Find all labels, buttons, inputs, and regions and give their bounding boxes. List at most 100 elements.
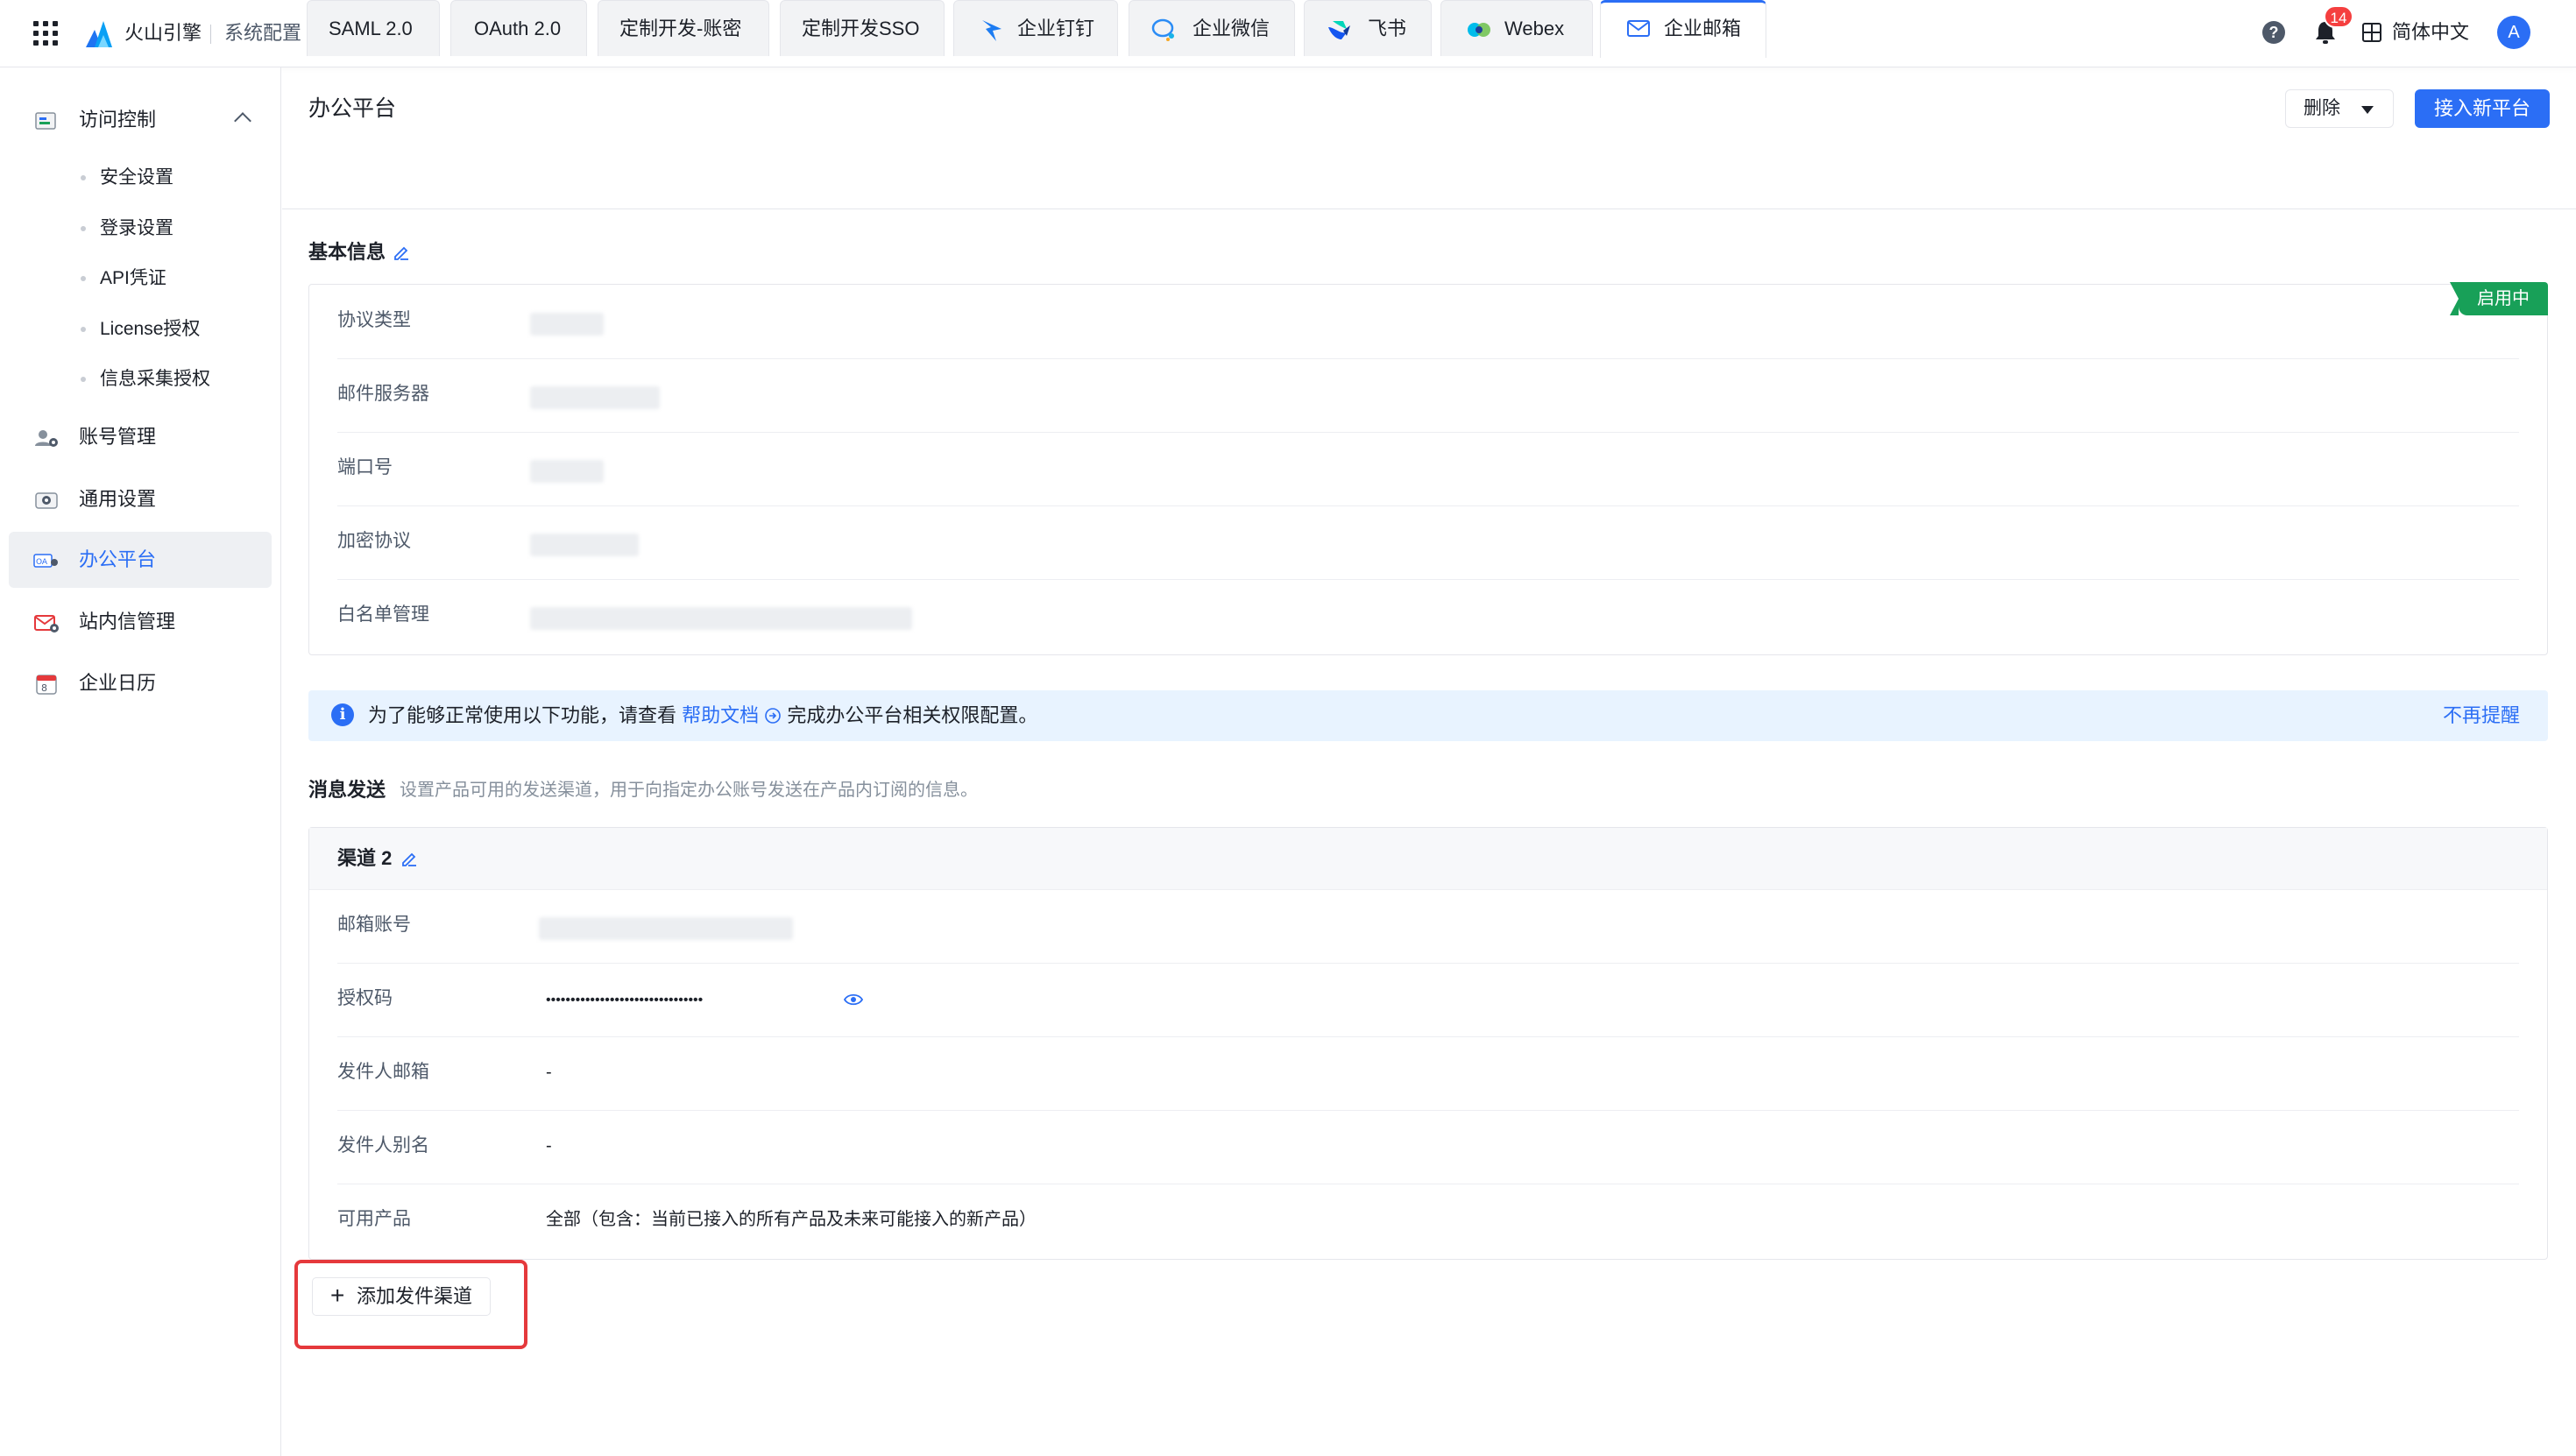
tab-label: SAML 2.0 (329, 18, 413, 39)
bullet-dot (81, 276, 86, 281)
sidebar-item-label: 通用设置 (79, 488, 157, 510)
access-control-icon (35, 112, 56, 130)
row-label: 授权码 (337, 988, 393, 1008)
sidebar-item-office-platform[interactable]: OA 办公平台 (9, 532, 272, 588)
office-platform-icon: OA (33, 554, 58, 568)
sidebar-subitem-label: 登录设置 (100, 218, 173, 238)
webex-icon (1468, 23, 1490, 37)
bullet-dot (81, 377, 86, 382)
app-grid-icon[interactable] (33, 21, 58, 46)
tab-label: 企业邮箱 (1664, 18, 1742, 39)
tab-wecom[interactable]: 企业微信 (1129, 0, 1295, 56)
tab-custom-sso[interactable]: 定制开发SSO (780, 0, 945, 56)
row-label: 邮箱账号 (337, 915, 411, 935)
general-settings-icon (35, 492, 58, 509)
sidebar-item-label: 企业日历 (79, 672, 157, 694)
info-notice: i 为了能够正常使用以下功能，请查看 帮助文档 完成办公平台相关权限配置。 不再… (308, 690, 2548, 741)
page-title: 办公平台 (308, 96, 397, 121)
notice-text: 为了能够正常使用以下功能，请查看 帮助文档 完成办公平台相关权限配置。 (368, 702, 1037, 730)
delete-dropdown-button[interactable]: 删除 (2285, 89, 2394, 128)
row-label: 邮件服务器 (337, 384, 429, 404)
bullet-dot (81, 175, 86, 180)
messaging-description: 设置产品可用的发送渠道，用于向指定办公账号发送在产品内订阅的信息。 (400, 781, 978, 800)
row-label: 白名单管理 (337, 604, 429, 625)
eye-icon[interactable] (844, 993, 863, 1007)
sidebar-subitem-label: 安全设置 (100, 167, 173, 187)
language-icon[interactable] (2362, 23, 2381, 42)
brand-divider (210, 25, 211, 44)
info-row-encryption: 加密协议 (337, 505, 2519, 580)
bullet-dot (81, 226, 86, 231)
row-label: 发件人别名 (337, 1135, 429, 1156)
tab-label: Webex (1504, 18, 1565, 39)
svg-text:8: 8 (41, 682, 47, 694)
arrow-circle-icon[interactable] (764, 707, 782, 724)
edit-icon[interactable] (400, 850, 418, 867)
sidebar-item-account-management[interactable]: 账号管理 (0, 411, 280, 463)
tab-webex[interactable]: Webex (1440, 0, 1593, 56)
tab-label: 飞书 (1368, 18, 1407, 39)
status-badge: 启用中 (2450, 282, 2548, 315)
sidebar-item-access-control[interactable]: 访问控制 (0, 94, 280, 146)
sidebar-subitem-api-credentials[interactable]: API凭证 (0, 257, 280, 300)
add-platform-button[interactable]: 接入新平台 (2415, 89, 2550, 128)
info-row-mail-server: 邮件服务器 (337, 358, 2519, 433)
tab-feishu[interactable]: 飞书 (1304, 0, 1432, 56)
feishu-icon (1328, 21, 1350, 39)
wecom-icon (1151, 18, 1174, 41)
tab-enterprise-mail[interactable]: 企业邮箱 (1600, 0, 1766, 58)
channel-header: 渠道 2 (309, 828, 2547, 890)
redacted-value (530, 460, 604, 483)
sidebar-subitem-license[interactable]: License授权 (0, 307, 280, 351)
notice-text-after: 完成办公平台相关权限配置。 (787, 704, 1038, 726)
mail-settings-icon (34, 615, 59, 633)
row-label: 加密协议 (337, 531, 411, 551)
row-label: 端口号 (337, 457, 393, 477)
sidebar-item-label: 访问控制 (79, 109, 157, 131)
channel-row-auth-code: 授权码 •••••••••••••••••••••••••••••••• (337, 963, 2519, 1037)
sidebar-item-general-settings[interactable]: 通用设置 (0, 473, 280, 526)
tab-custom-password[interactable]: 定制开发-账密 (598, 0, 769, 56)
help-doc-link[interactable]: 帮助文档 (682, 704, 759, 726)
sidebar-item-mail-management[interactable]: 站内信管理 (0, 596, 280, 648)
sidebar-item-label: 站内信管理 (79, 611, 176, 633)
chevron-up-icon[interactable] (234, 112, 251, 130)
calendar-icon: 8 (36, 675, 57, 695)
auth-code-value: •••••••••••••••••••••••••••••••• (546, 993, 704, 1007)
info-row-protocol: 协议类型 (337, 285, 2519, 359)
tab-label: 企业微信 (1192, 18, 1270, 39)
tab-oauth[interactable]: OAuth 2.0 (450, 0, 587, 56)
edit-icon[interactable] (393, 244, 410, 261)
sidebar: 访问控制 安全设置 登录设置 API凭证 License授权 信息采集授权 账号… (0, 67, 281, 1456)
basic-info-title: 基本信息 (308, 241, 386, 263)
sender-email-value: - (546, 1063, 552, 1082)
caret-down-icon (2361, 106, 2374, 114)
channel-row-email-account: 邮箱账号 (337, 889, 2519, 964)
tab-label: 定制开发SSO (802, 18, 920, 39)
sender-alias-value: - (546, 1136, 552, 1156)
sidebar-item-label: 账号管理 (79, 426, 157, 448)
dismiss-notice-link[interactable]: 不再提醒 (2443, 702, 2520, 730)
channel-panel: 渠道 2 邮箱账号 授权码 ••••••••••••••••••••••••••… (308, 827, 2548, 1260)
sidebar-subitem-security[interactable]: 安全设置 (0, 156, 280, 200)
user-avatar[interactable]: A (2497, 16, 2530, 49)
volcengine-logo-icon[interactable] (84, 18, 114, 49)
sidebar-subitem-login[interactable]: 登录设置 (0, 207, 280, 251)
redacted-value (530, 607, 912, 630)
notification-badge: 14 (2324, 5, 2353, 28)
redacted-value (539, 917, 793, 940)
language-switch[interactable]: 简体中文 (2392, 18, 2469, 46)
tab-saml[interactable]: SAML 2.0 (307, 0, 440, 56)
info-row-port: 端口号 (337, 432, 2519, 506)
redacted-value (530, 534, 639, 556)
channel-title: 渠道 2 (337, 847, 393, 869)
tab-dingtalk[interactable]: 企业钉钉 (953, 0, 1118, 56)
sidebar-subitem-label: License授权 (100, 319, 201, 339)
highlight-box (294, 1260, 527, 1349)
sidebar-subitem-data-collection[interactable]: 信息采集授权 (0, 357, 280, 401)
sidebar-item-enterprise-calendar[interactable]: 8 企业日历 (0, 657, 280, 710)
notice-text-before: 为了能够正常使用以下功能，请查看 (368, 704, 677, 726)
svg-text:OA: OA (36, 558, 48, 567)
tab-label: OAuth 2.0 (474, 18, 562, 39)
help-icon[interactable]: ? (2262, 21, 2285, 44)
